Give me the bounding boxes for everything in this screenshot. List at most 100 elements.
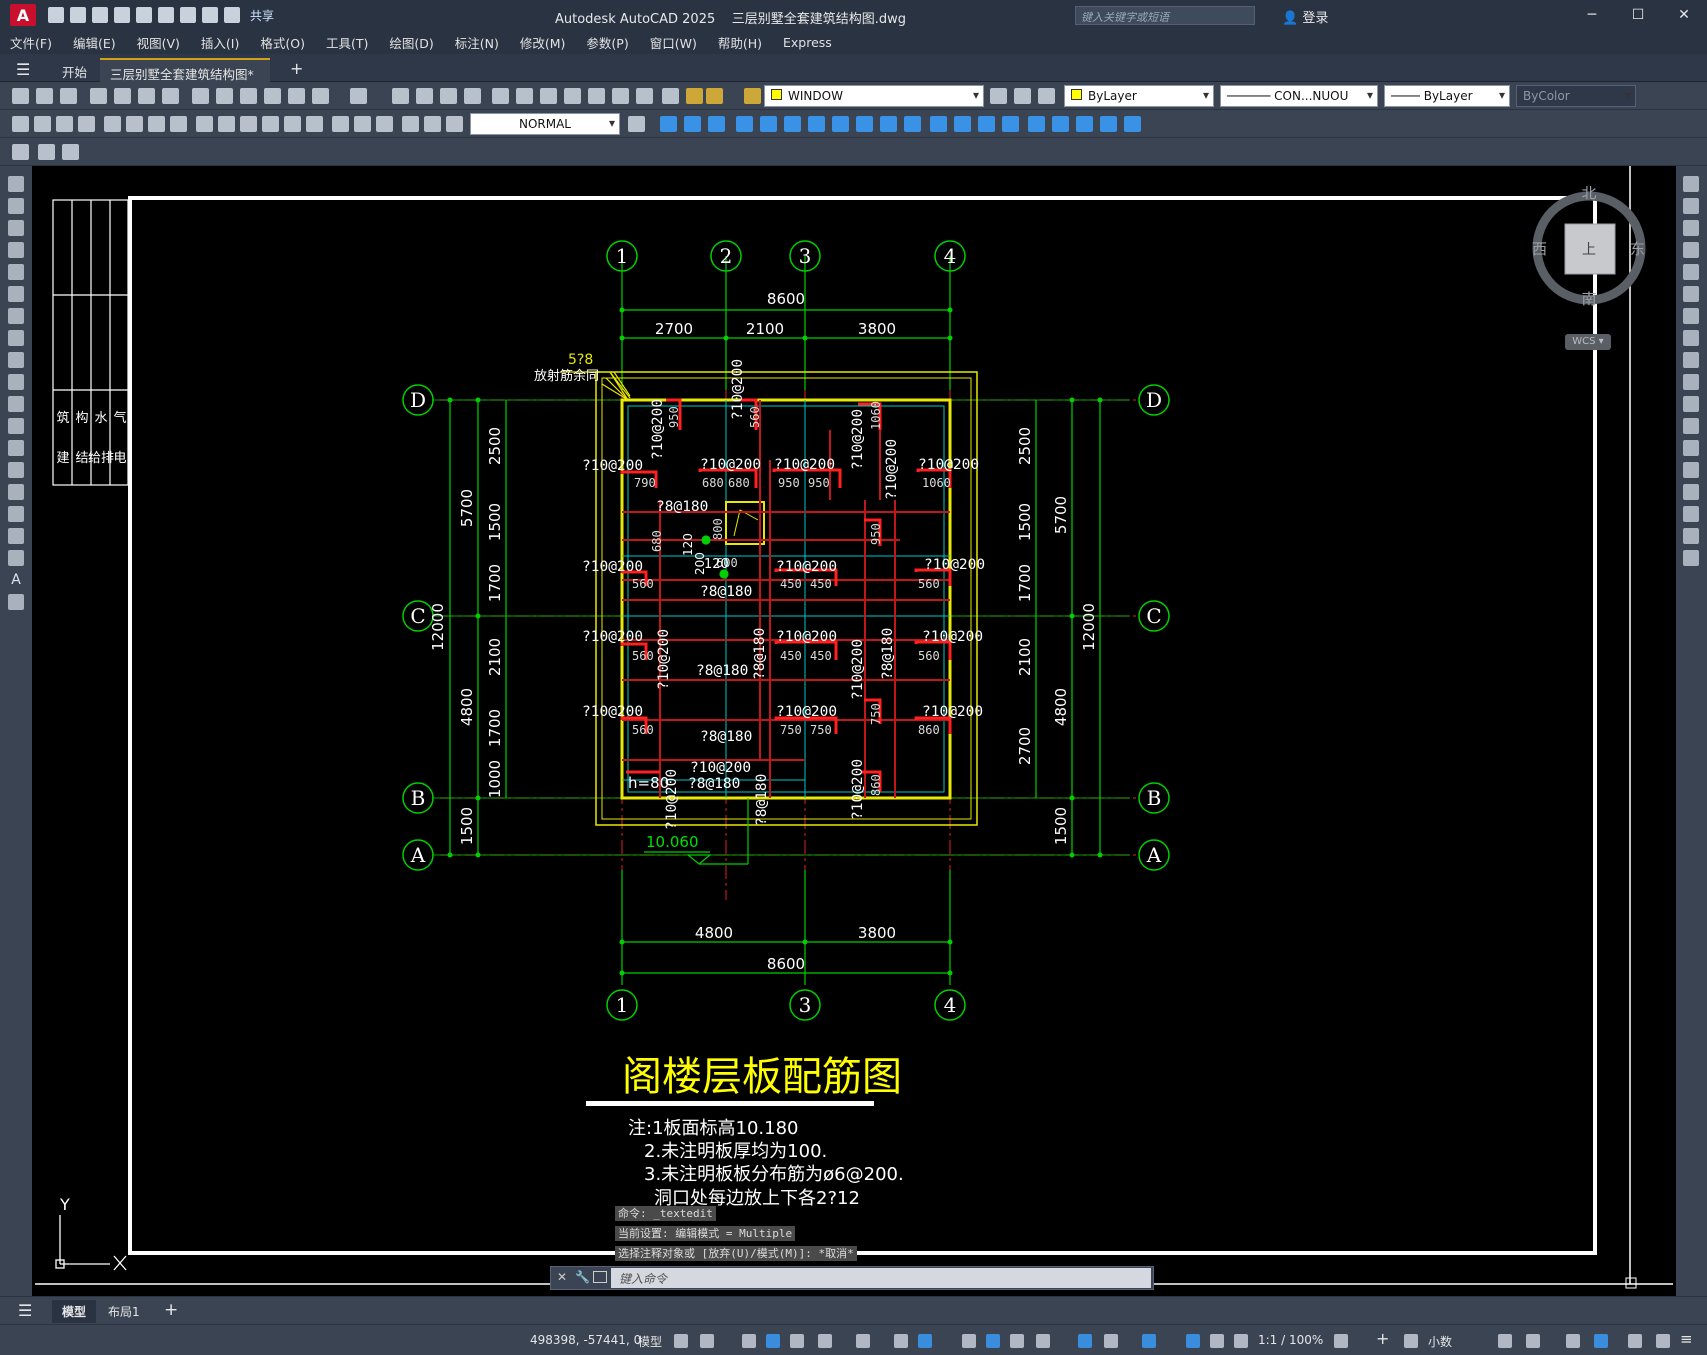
layer-properties-icon[interactable] [662, 88, 679, 104]
redo-icon[interactable] [224, 7, 240, 23]
dynamic-input-icon[interactable] [766, 1334, 780, 1348]
close-button[interactable]: ✕ [1661, 0, 1707, 30]
tab-start[interactable]: 开始 [52, 58, 97, 82]
dimension-space-icon[interactable] [262, 116, 279, 132]
radius-icon[interactable] [104, 116, 121, 132]
linetype-combo[interactable]: ────── CON...NUOU [1220, 85, 1378, 107]
match-properties-icon[interactable] [264, 88, 281, 104]
annotation-scale-value[interactable]: 1:1 / 100% [1258, 1333, 1323, 1347]
array-icon[interactable] [1683, 264, 1699, 280]
dynamic-ucs-icon[interactable] [1078, 1334, 1092, 1348]
dimension-style-combo[interactable]: NORMAL [470, 113, 620, 135]
polyline-icon[interactable] [8, 220, 24, 236]
tool-palettes-icon[interactable] [540, 88, 557, 104]
extend-icon[interactable] [904, 116, 921, 132]
ellipse-icon[interactable] [8, 374, 24, 390]
edit-polyline-icon[interactable] [1100, 116, 1117, 132]
text-style-icon[interactable] [12, 144, 29, 160]
make-block-icon[interactable] [8, 440, 24, 456]
menu-help[interactable]: 帮助(H) [718, 33, 762, 52]
dimension-update-icon[interactable] [446, 116, 463, 132]
compass-east[interactable]: 东 [1630, 240, 1645, 258]
minimize-button[interactable]: ─ [1569, 0, 1615, 30]
frame-grip[interactable] [1625, 1277, 1637, 1289]
menu-express[interactable]: Express [783, 35, 832, 50]
break-icon[interactable] [1683, 440, 1699, 456]
menu-edit[interactable]: 编辑(E) [73, 33, 116, 52]
menu-draw[interactable]: 绘图(D) [389, 33, 433, 52]
status-menu-icon[interactable]: ≡ [1680, 1330, 1693, 1348]
gizmo-icon[interactable] [1142, 1334, 1156, 1348]
spline-icon[interactable] [8, 352, 24, 368]
infer-constraints-icon[interactable] [742, 1334, 756, 1348]
array-icon[interactable] [760, 116, 777, 132]
3d-print-icon[interactable] [162, 88, 179, 104]
baseline-icon[interactable] [218, 116, 235, 132]
move-icon[interactable] [1683, 286, 1699, 302]
sheet-set-icon[interactable] [564, 88, 581, 104]
plotstyle-combo[interactable]: ByColor [1516, 85, 1636, 107]
properties-icon[interactable] [492, 88, 509, 104]
rotate-icon[interactable] [808, 116, 825, 132]
command-input[interactable]: 键入命令 [611, 1268, 1151, 1288]
make-current-layer-icon[interactable] [990, 88, 1007, 104]
drawing-svg[interactable]: 筑 构 水 气 建 结 给排 电 1 2 3 4 1 3 4 D C B A D… [32, 166, 1676, 1296]
tab-layout1[interactable]: 布局1 [108, 1303, 140, 1320]
object-snap-icon[interactable] [918, 1334, 932, 1348]
scale-icon[interactable] [1683, 330, 1699, 346]
menu-file[interactable]: 文件(F) [10, 33, 52, 52]
explode-icon[interactable] [1028, 116, 1045, 132]
menu-insert[interactable]: 插入(I) [201, 33, 239, 52]
mirror-icon[interactable] [1683, 220, 1699, 236]
ellipse-arc-icon[interactable] [8, 396, 24, 412]
aligned-dimension-icon[interactable] [34, 116, 51, 132]
center-mark-icon[interactable] [332, 116, 349, 132]
redo-icon[interactable] [350, 88, 367, 104]
model-space-toggle[interactable]: 模型 [638, 1333, 662, 1350]
sun-icon[interactable] [706, 88, 723, 104]
units-value[interactable]: 小数 [1428, 1333, 1452, 1350]
stretch-icon[interactable] [1683, 352, 1699, 368]
clean-screen-icon[interactable] [1628, 1334, 1642, 1348]
customize-wrench-icon[interactable]: 🔧 [575, 1270, 590, 1284]
edit-spline-icon[interactable] [1124, 116, 1141, 132]
stretch-icon[interactable] [856, 116, 873, 132]
new-icon[interactable] [12, 88, 29, 104]
diameter-icon[interactable] [148, 116, 165, 132]
blend-icon[interactable] [1052, 116, 1069, 132]
block-editor-icon[interactable] [288, 88, 305, 104]
drawing-canvas[interactable]: 筑 构 水 气 建 结 给排 电 1 2 3 4 1 3 4 D C B A D… [32, 166, 1676, 1296]
dimension-break-icon[interactable] [284, 116, 301, 132]
region-icon[interactable] [8, 528, 24, 544]
hatch-icon[interactable] [8, 484, 24, 500]
lock-icon[interactable] [744, 88, 761, 104]
quick-properties-icon[interactable] [1498, 1334, 1512, 1348]
menu-format[interactable]: 格式(O) [260, 33, 305, 52]
trim-icon[interactable] [1683, 374, 1699, 390]
calculator-icon[interactable] [612, 88, 629, 104]
object-snap-tracking-icon[interactable] [894, 1334, 908, 1348]
add-selected-icon[interactable] [8, 594, 24, 610]
publish-icon[interactable] [138, 88, 155, 104]
selection-cycling-icon[interactable] [1010, 1334, 1024, 1348]
web-open-icon[interactable] [136, 7, 152, 23]
polar-tracking-icon[interactable] [818, 1334, 832, 1348]
compass-west[interactable]: 西 [1532, 240, 1547, 258]
dimension-edit-icon[interactable] [402, 116, 419, 132]
dimension-text-edit-icon[interactable] [424, 116, 441, 132]
plot-icon[interactable] [180, 7, 196, 23]
line-icon[interactable] [8, 176, 24, 192]
menu-tools[interactable]: 工具(T) [326, 33, 368, 52]
recent-commands-icon[interactable] [593, 1271, 607, 1283]
gradient-icon[interactable] [8, 506, 24, 522]
annotation-scale-icon[interactable] [1234, 1334, 1248, 1348]
break-icon[interactable] [930, 116, 947, 132]
menu-parametric[interactable]: 参数(P) [586, 33, 628, 52]
annotation-monitor-icon[interactable]: + [1376, 1329, 1389, 1348]
design-center-icon[interactable] [516, 88, 533, 104]
close-command-icon[interactable]: ✕ [557, 1270, 567, 1284]
point-icon[interactable] [8, 462, 24, 478]
polygon-icon[interactable] [8, 242, 24, 258]
join-icon[interactable] [954, 116, 971, 132]
layer-state-icon[interactable] [1038, 88, 1055, 104]
